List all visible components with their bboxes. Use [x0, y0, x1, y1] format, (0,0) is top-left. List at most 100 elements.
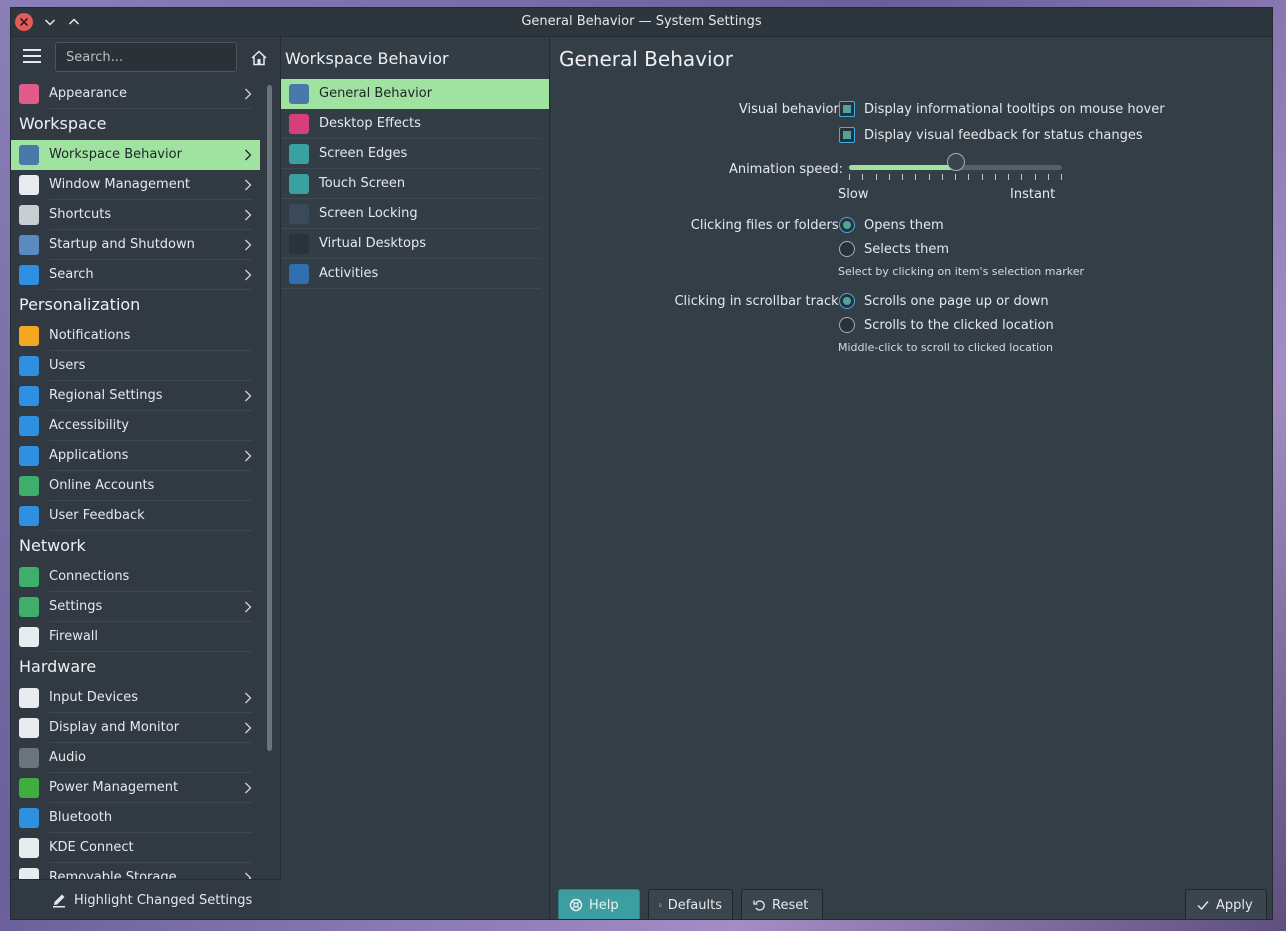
scroll-page-radio[interactable]	[839, 293, 855, 309]
scrollbar-track-hint: Middle-click to scroll to clicked locati…	[838, 341, 1053, 354]
sidebar-item[interactable]: KDE Connect	[11, 833, 260, 863]
slider-tick	[981, 174, 983, 180]
sidebar-item-label: Users	[49, 358, 86, 373]
sidebar-item[interactable]: Settings	[11, 592, 260, 622]
subcategory-item[interactable]: General Behavior	[281, 79, 549, 109]
checkmark-icon	[1197, 901, 1209, 911]
sidebar-item[interactable]: Removable Storage	[11, 863, 260, 879]
sidebar-item-label: Search	[49, 267, 94, 282]
selects-them-radio[interactable]	[839, 241, 855, 257]
page-title: General Behavior	[559, 47, 733, 71]
help-button[interactable]: Help	[558, 889, 640, 919]
selects-them-label[interactable]: Selects them	[864, 242, 949, 257]
subcategory-item[interactable]: Touch Screen	[281, 169, 549, 199]
sidebar-item[interactable]: Display and Monitor	[11, 713, 260, 743]
scroll-to-location-radio[interactable]	[839, 317, 855, 333]
sidebar-scrollbar[interactable]	[267, 85, 272, 751]
users-icon	[19, 356, 39, 376]
sidebar-item[interactable]: Startup and Shutdown	[11, 230, 260, 260]
sidebar-category-heading: Network	[19, 536, 86, 555]
virtual-desktops-icon	[289, 234, 309, 254]
defaults-button-label: Defaults	[667, 897, 722, 913]
keyboard-icon	[19, 205, 39, 225]
subcategory-item[interactable]: Screen Locking	[281, 199, 549, 229]
network-settings-icon	[19, 597, 39, 617]
apply-button[interactable]: Apply	[1185, 889, 1267, 919]
sidebar-item[interactable]: Firewall	[11, 622, 260, 652]
title-bar: General Behavior — System Settings	[11, 8, 1272, 37]
sidebar-item[interactable]: Input Devices	[11, 683, 260, 713]
bluetooth-icon	[19, 808, 39, 828]
sidebar-item[interactable]: Workspace Behavior	[11, 140, 260, 170]
sidebar-item-label: User Feedback	[49, 508, 145, 523]
sidebar-item[interactable]: Power Management	[11, 773, 260, 803]
subcategory-item-label: Virtual Desktops	[319, 236, 426, 251]
tooltips-checkbox-label[interactable]: Display informational tooltips on mouse …	[864, 102, 1165, 117]
applications-icon	[19, 446, 39, 466]
sidebar-item-label: Window Management	[49, 177, 191, 192]
chevron-right-icon	[245, 390, 252, 402]
sidebar-item[interactable]: Audio	[11, 743, 260, 773]
undo-icon	[753, 900, 765, 911]
sidebar-item[interactable]: Users	[11, 351, 260, 381]
globe-icon	[19, 476, 39, 496]
slider-max-label: Instant	[1010, 187, 1056, 202]
sidebar-item-label: Shortcuts	[49, 207, 112, 222]
sidebar-item[interactable]: Connections	[11, 562, 260, 592]
reset-button[interactable]: Reset	[741, 889, 823, 919]
sidebar-item[interactable]: Regional Settings	[11, 381, 260, 411]
appearance-icon	[19, 84, 39, 104]
slider-tick	[888, 174, 890, 180]
clicking-files-hint: Select by clicking on item's selection m…	[838, 265, 1084, 278]
sidebar-category-heading: Workspace	[19, 114, 107, 133]
hamburger-menu-icon[interactable]	[23, 49, 41, 65]
slider-tick	[928, 174, 930, 180]
sidebar-item[interactable]: Search	[11, 260, 260, 290]
sidebar-item[interactable]: Accessibility	[11, 411, 260, 441]
sidebar-item[interactable]: Notifications	[11, 321, 260, 351]
opens-them-radio[interactable]	[839, 217, 855, 233]
sidebar-item[interactable]: Shortcuts	[11, 200, 260, 230]
highlight-changed-settings-button[interactable]: Highlight Changed Settings	[11, 879, 281, 919]
subcategory-item[interactable]: Activities	[281, 259, 549, 289]
subcategory-item-label: Screen Locking	[319, 206, 418, 221]
slider-tick	[941, 174, 943, 180]
scroll-page-label[interactable]: Scrolls one page up or down	[864, 294, 1049, 309]
subcategory-item[interactable]: Screen Edges	[281, 139, 549, 169]
chevron-right-icon	[245, 692, 252, 704]
chevron-right-icon	[245, 722, 252, 734]
sidebar-item[interactable]: User Feedback	[11, 501, 260, 531]
subcategory-item[interactable]: Virtual Desktops	[281, 229, 549, 259]
sidebar-item-label: Power Management	[49, 780, 179, 795]
slider-tick	[1047, 174, 1049, 180]
window-title: General Behavior — System Settings	[521, 14, 762, 29]
opens-them-label[interactable]: Opens them	[864, 218, 944, 233]
status-feedback-checkbox[interactable]	[839, 127, 855, 143]
sidebar-item[interactable]: Appearance	[11, 79, 260, 109]
subcategory-item[interactable]: Desktop Effects	[281, 109, 549, 139]
slider-tick	[862, 174, 864, 180]
slider-tick	[1034, 174, 1036, 180]
chevron-right-icon	[245, 239, 252, 251]
sidebar-item-label: Firewall	[49, 629, 99, 644]
animation-speed-slider-fill	[849, 165, 956, 170]
defaults-button[interactable]: Defaults	[648, 889, 733, 919]
sidebar-item-label: Connections	[49, 569, 130, 584]
slider-tick	[849, 174, 850, 180]
phone-icon	[19, 838, 39, 858]
sidebar-item[interactable]: Applications	[11, 441, 260, 471]
chevron-right-icon	[245, 209, 252, 221]
sidebar-item[interactable]: Bluetooth	[11, 803, 260, 833]
scroll-to-location-label[interactable]: Scrolls to the clicked location	[864, 318, 1054, 333]
animation-speed-slider-handle[interactable]	[946, 153, 965, 171]
search-input[interactable]	[55, 42, 237, 72]
firewall-icon	[19, 627, 39, 647]
sidebar-item-label: Bluetooth	[49, 810, 113, 825]
sidebar-item[interactable]: Window Management	[11, 170, 260, 200]
general-behavior-icon	[289, 84, 309, 104]
home-icon[interactable]	[249, 48, 269, 68]
tooltips-checkbox[interactable]	[839, 101, 855, 117]
slider-tick	[955, 174, 956, 180]
sidebar-item[interactable]: Online Accounts	[11, 471, 260, 501]
status-feedback-checkbox-label[interactable]: Display visual feedback for status chang…	[864, 128, 1143, 143]
